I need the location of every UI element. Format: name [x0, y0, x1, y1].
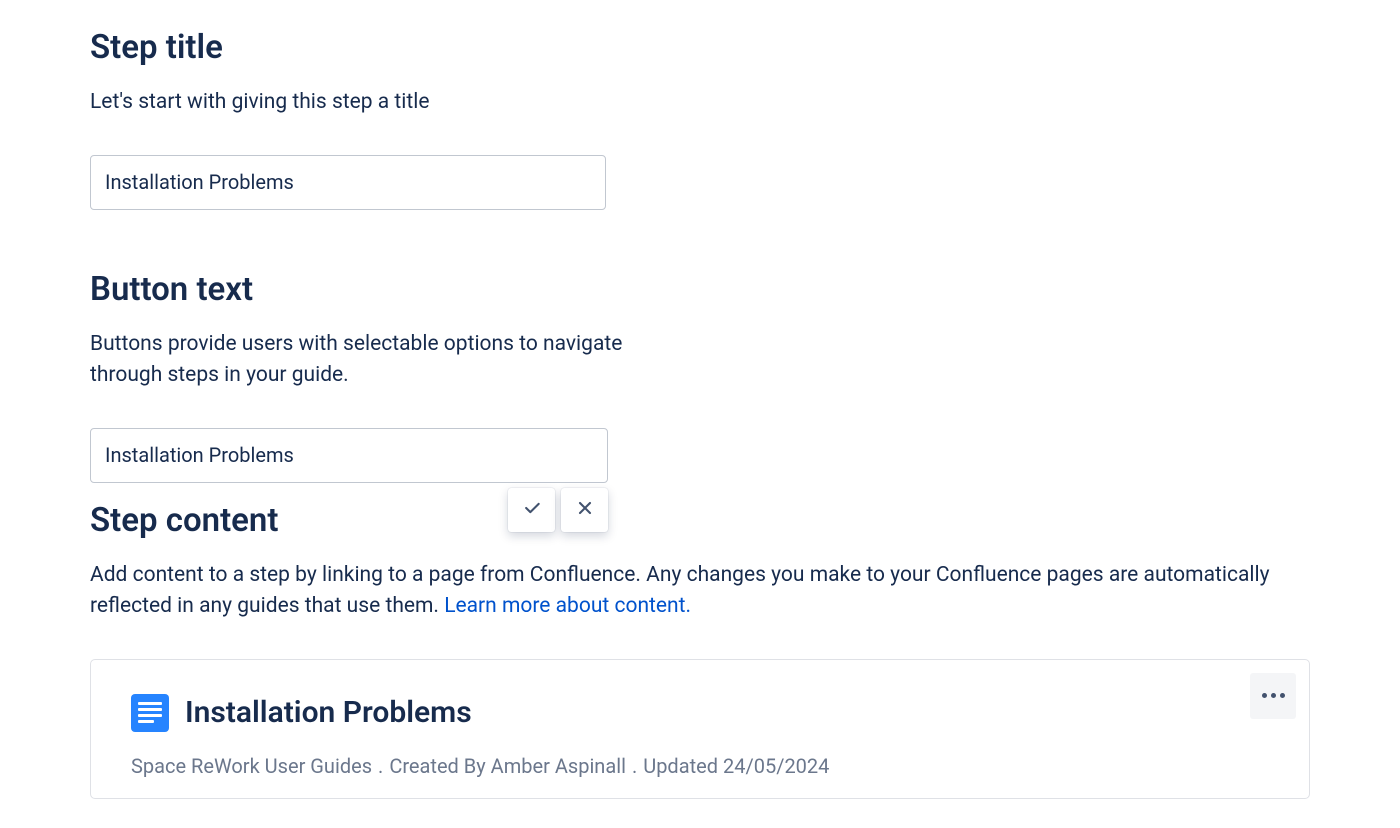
cancel-button[interactable]: [561, 488, 608, 532]
step-title-input[interactable]: [90, 155, 606, 210]
button-text-heading: Button text: [90, 270, 1310, 309]
more-icon: [1262, 693, 1285, 698]
card-title: Installation Problems: [185, 695, 472, 730]
learn-more-link[interactable]: Learn more about content.: [444, 594, 691, 618]
button-text-description: Buttons provide users with selectable op…: [90, 329, 690, 392]
button-text-input[interactable]: [90, 428, 608, 483]
card-meta-createdby: Created By Amber Aspinall: [389, 754, 626, 778]
card-meta: Space ReWork User Guides.Created By Ambe…: [131, 754, 1269, 778]
card-meta-updated: Updated 24/05/2024: [643, 754, 829, 778]
step-title-heading: Step title: [90, 28, 1310, 67]
inline-edit-actions: [508, 488, 608, 532]
confirm-button[interactable]: [508, 488, 555, 532]
check-icon: [522, 498, 542, 521]
step-content-description: Add content to a step by linking to a pa…: [90, 560, 1310, 623]
close-icon: [575, 498, 595, 521]
step-title-description: Let's start with giving this step a titl…: [90, 87, 690, 119]
card-more-button[interactable]: [1250, 673, 1296, 719]
page-icon: [131, 694, 169, 732]
step-content-heading: Step content: [90, 501, 1310, 540]
card-meta-space: Space ReWork User Guides: [131, 754, 372, 778]
linked-content-card: Installation Problems Space ReWork User …: [90, 659, 1310, 799]
